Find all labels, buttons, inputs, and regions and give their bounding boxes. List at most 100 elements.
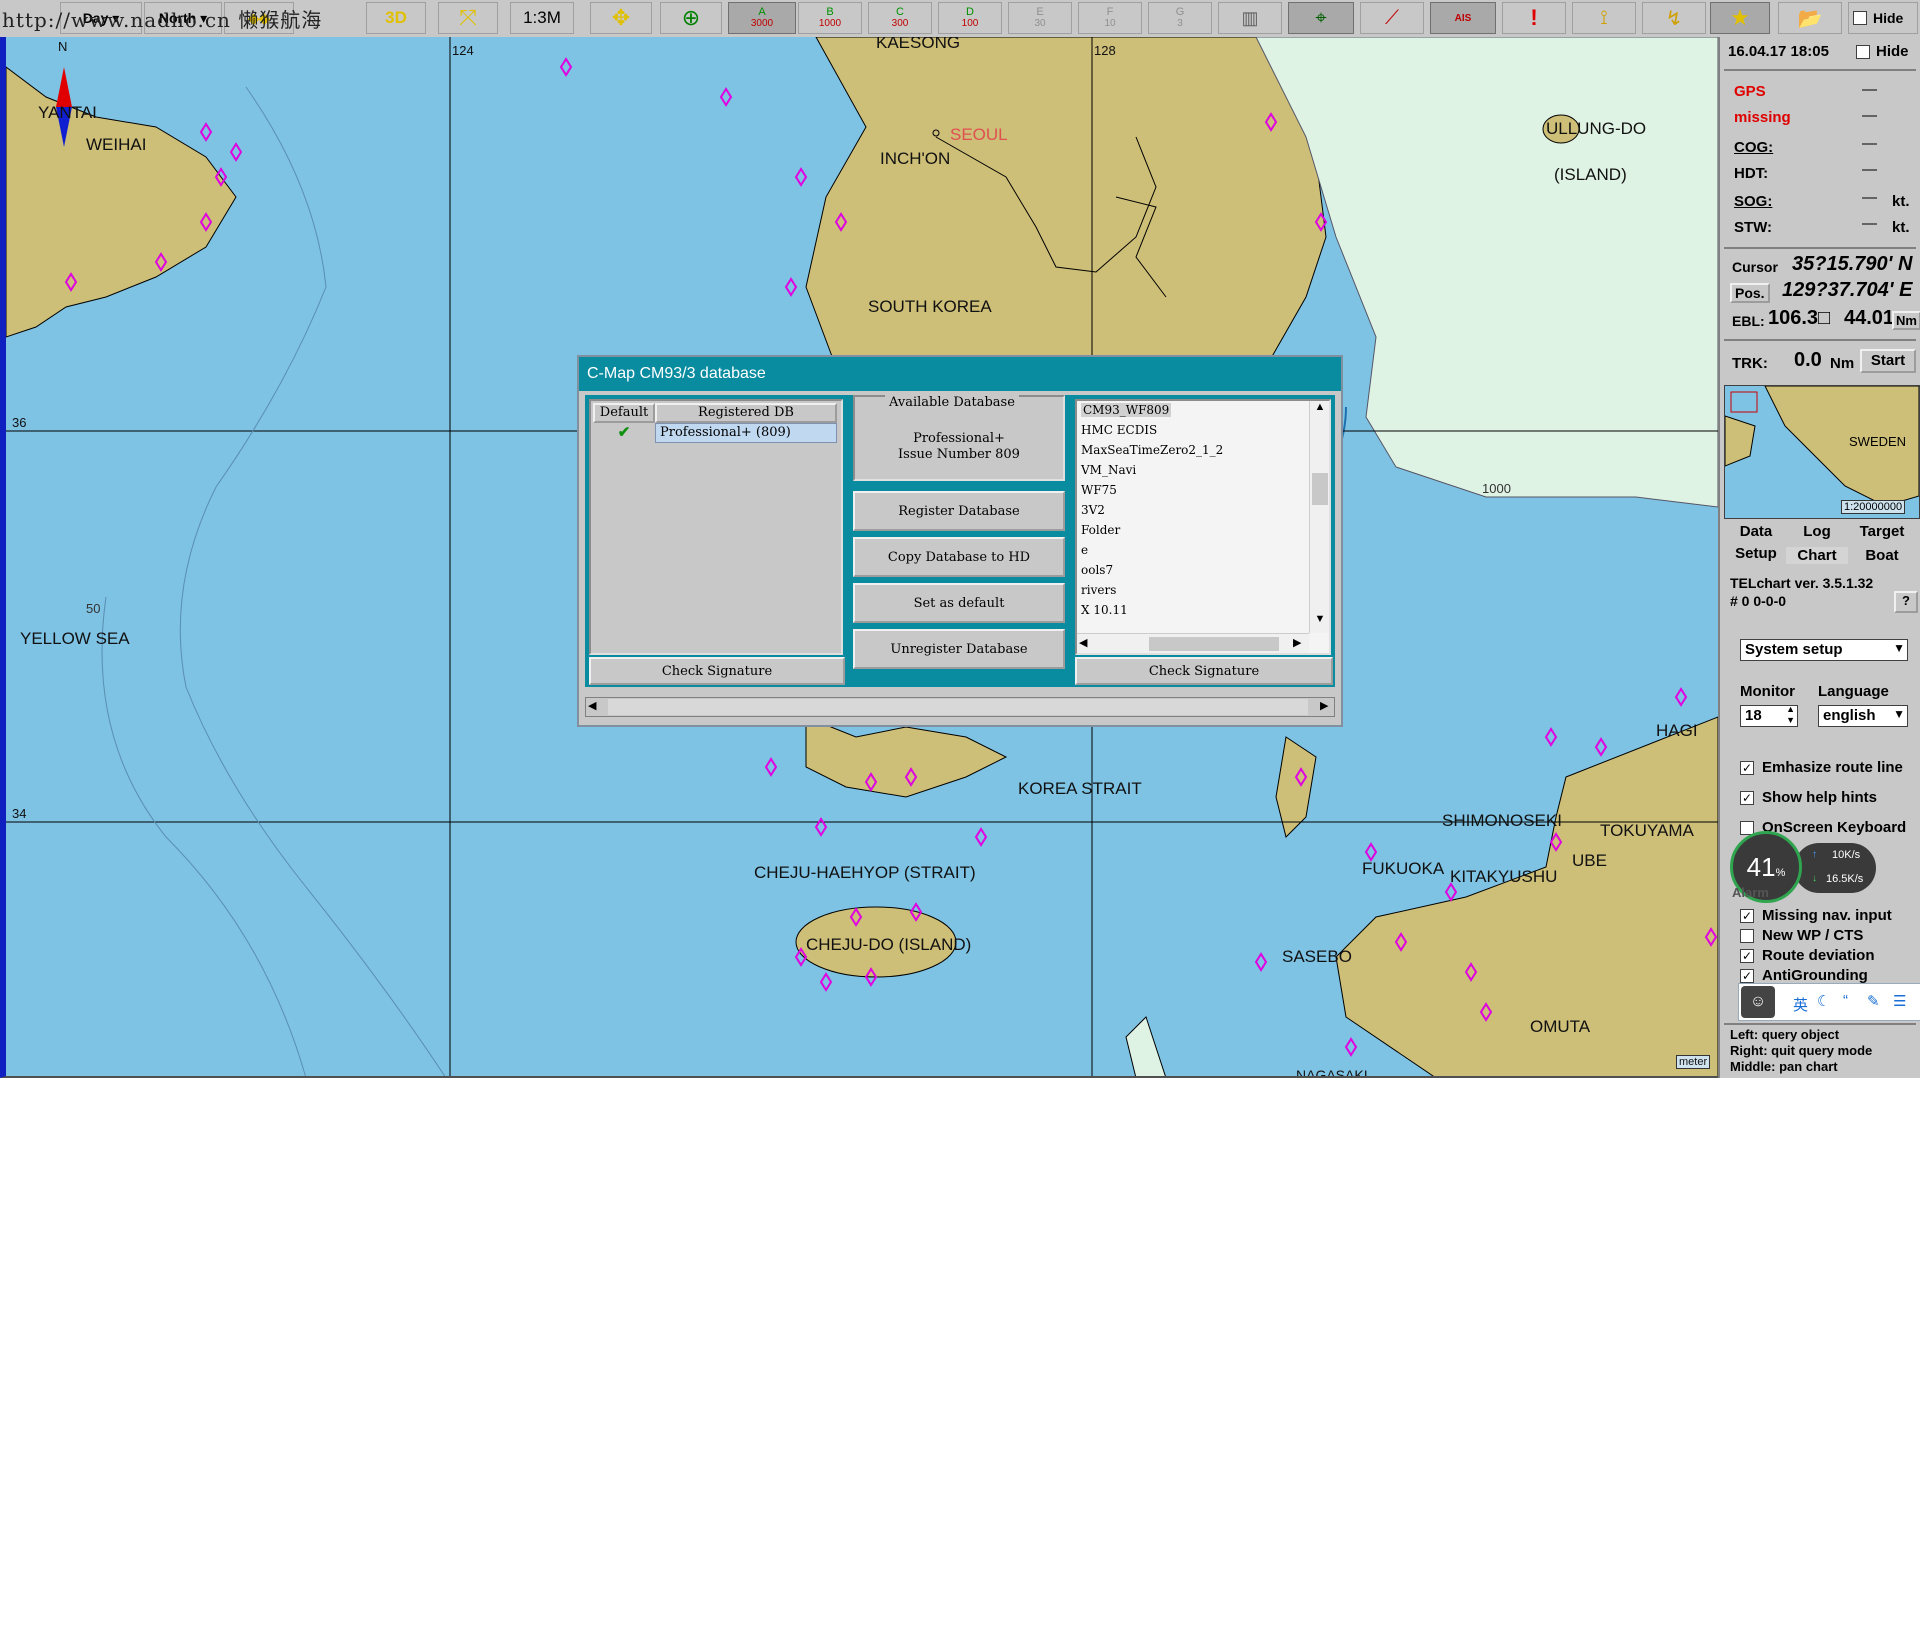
set-default-button[interactable]: Set as default (853, 583, 1065, 623)
layer-c-button[interactable]: C 300 (868, 2, 932, 34)
col-default-header[interactable]: Default (593, 403, 655, 423)
query-cursor-icon[interactable]: ⌖ (1288, 2, 1354, 34)
check-signature-right-button[interactable]: Check Signature (1075, 657, 1333, 685)
check-signature-left-button[interactable]: Check Signature (589, 657, 845, 685)
new-wp-checkbox[interactable] (1740, 929, 1754, 943)
cog-label[interactable]: COG: (1734, 139, 1773, 156)
track-start-button[interactable]: Start (1860, 349, 1916, 373)
language-select[interactable]: english ▼ (1818, 705, 1908, 727)
ime-avatar-icon[interactable]: ☺ (1741, 986, 1775, 1018)
tab-chart[interactable]: Chart (1786, 547, 1848, 564)
dialog-title: C-Map CM93/3 database (579, 357, 1341, 391)
registered-row[interactable]: ✔ Professional+ (809) (593, 423, 837, 443)
spin-down-icon[interactable]: ▼ (1786, 715, 1795, 725)
list-item[interactable]: rivers (1081, 583, 1116, 597)
show-hints-checkbox[interactable]: ✓ (1740, 791, 1754, 805)
register-database-button[interactable]: Register Database (853, 491, 1065, 531)
monitor-spinner[interactable]: 18 ▲ ▼ (1740, 704, 1798, 727)
sog-label[interactable]: SOG: (1734, 193, 1772, 210)
fit-screen-icon[interactable]: ⤧ (438, 2, 498, 34)
layer-d-button[interactable]: D 100 (938, 2, 1002, 34)
gps-value: — (1862, 81, 1877, 98)
list-item[interactable]: HMC ECDIS (1081, 423, 1157, 437)
ebl-unit-button[interactable]: Nm (1892, 311, 1920, 330)
ime-mode-label[interactable]: 英 (1793, 994, 1808, 1015)
dialog-horizontal-scrollbar[interactable]: ◀ ▶ (585, 697, 1335, 717)
list-item[interactable]: VM_Navi (1081, 463, 1136, 477)
pos-button[interactable]: Pos. (1730, 283, 1770, 303)
ime-punct-icon[interactable]: “ (1843, 992, 1848, 1009)
list-item[interactable]: MaxSeaTimeZero2_1_2 (1081, 443, 1223, 457)
center-ship-icon[interactable]: ✥ (590, 2, 652, 34)
tab-data[interactable]: Data (1726, 523, 1786, 540)
tab-boat[interactable]: Boat (1848, 547, 1916, 564)
hide-toolbar-toggle[interactable]: Hide (1848, 2, 1918, 34)
missing-nav-checkbox[interactable]: ✓ (1740, 909, 1754, 923)
emphasize-route-checkbox[interactable]: ✓ (1740, 761, 1754, 775)
dialog-scroll-thumb[interactable] (608, 699, 1308, 715)
route-tool-icon[interactable]: ⟋ (1360, 2, 1424, 34)
database-folder-list[interactable]: CM93_WF809 HMC ECDIS MaxSeaTimeZero2_1_2… (1075, 399, 1331, 655)
place-yantai: YANTAI (38, 103, 97, 122)
open-folder-icon[interactable]: 📂 (1778, 2, 1842, 34)
layer-a-button[interactable]: A 3000 (728, 2, 796, 34)
panel-hide-checkbox[interactable] (1856, 45, 1870, 59)
sea-yellow-sea: YELLOW SEA (20, 629, 130, 648)
system-setup-select[interactable]: System setup ▼ (1740, 639, 1908, 661)
scroll-right-icon[interactable]: ▶ (1293, 636, 1301, 649)
track-icon[interactable]: ⟟ (1572, 2, 1636, 34)
scroll-up-icon[interactable]: ▲ (1310, 401, 1329, 419)
list-item[interactable]: CM93_WF809 (1081, 403, 1172, 417)
nautical-chart[interactable]: N 124 128 36 34 YANTAI WEIHAI KAESONG SE… (0, 37, 1718, 1078)
list-hscroll-thumb[interactable] (1149, 637, 1279, 651)
unregister-database-button[interactable]: Unregister Database (853, 629, 1065, 669)
antigrounding-checkbox[interactable]: ✓ (1740, 969, 1754, 983)
stw-label: STW: (1734, 219, 1773, 236)
ime-menu-icon[interactable]: ☰ (1893, 992, 1906, 1010)
ime-toolbar[interactable]: ☺ 英 ☾ “ ✎ ☰ (1738, 983, 1920, 1021)
list-item[interactable]: 3V2 (1081, 503, 1105, 517)
scale-button[interactable]: 1:3M (510, 2, 574, 34)
route-deviation-checkbox[interactable]: ✓ (1740, 949, 1754, 963)
dialog-scroll-left-icon[interactable]: ◀ (588, 699, 596, 712)
tab-log[interactable]: Log (1786, 523, 1848, 540)
layer-f-button[interactable]: F 10 (1078, 2, 1142, 34)
ebl-bearing: 106.3□ (1768, 307, 1831, 329)
alarm-icon[interactable]: ! (1502, 2, 1566, 34)
copy-database-button[interactable]: Copy Database to HD (853, 537, 1065, 577)
sea-cheju-strait: CHEJU-HAEHYOP (STRAIT) (754, 863, 976, 882)
overview-minimap[interactable]: SWEDEN 1:20000000 (1724, 385, 1920, 519)
list-item[interactable]: e (1081, 543, 1088, 557)
hide-checkbox[interactable] (1853, 11, 1867, 25)
spin-up-icon[interactable]: ▲ (1786, 704, 1795, 714)
ime-moon-icon[interactable]: ☾ (1817, 992, 1830, 1010)
favorites-star-icon[interactable]: ★ (1710, 2, 1770, 34)
layer-b-button[interactable]: B 1000 (798, 2, 862, 34)
place-tokuyama: TOKUYAMA (1600, 821, 1694, 840)
ime-settings-icon[interactable]: ✎ (1867, 992, 1880, 1010)
list-vertical-scrollbar[interactable]: ▲ ▼ (1309, 401, 1329, 633)
top-toolbar: Day ▾ North ▾ ◆◆ 3D ⤧ 1:3M ✥ ⊕ A 3000 B 10… (0, 0, 1920, 38)
list-item[interactable]: X 10.11 (1081, 603, 1128, 617)
scroll-left-icon[interactable]: ◀ (1079, 636, 1087, 649)
layer-g-button[interactable]: G3 (1148, 2, 1212, 34)
list-item[interactable]: WF75 (1081, 483, 1117, 497)
list-horizontal-scrollbar[interactable]: ◀ ▶ (1077, 633, 1309, 653)
globe-icon[interactable]: ⊕ (660, 2, 722, 34)
view-3d-button[interactable]: 3D (366, 2, 426, 34)
list-scroll-thumb[interactable] (1312, 473, 1328, 505)
help-button[interactable]: ? (1894, 591, 1918, 613)
layer-e-button[interactable]: E 30 (1008, 2, 1072, 34)
list-item[interactable]: ools7 (1081, 563, 1113, 577)
tab-target[interactable]: Target (1848, 523, 1916, 540)
col-registered-header[interactable]: Registered DB (655, 403, 837, 423)
default-check-icon: ✔ (617, 424, 631, 441)
wind-icon[interactable]: ↯ (1642, 2, 1706, 34)
tide-icon[interactable]: ▥ (1218, 2, 1282, 34)
scroll-down-icon[interactable]: ▼ (1310, 613, 1329, 631)
dialog-scroll-right-icon[interactable]: ▶ (1320, 699, 1328, 712)
tab-setup[interactable]: Setup (1726, 545, 1786, 562)
list-item[interactable]: Folder (1081, 523, 1120, 537)
north-indicator: N (58, 39, 68, 54)
ais-button[interactable]: AIS (1430, 2, 1496, 34)
